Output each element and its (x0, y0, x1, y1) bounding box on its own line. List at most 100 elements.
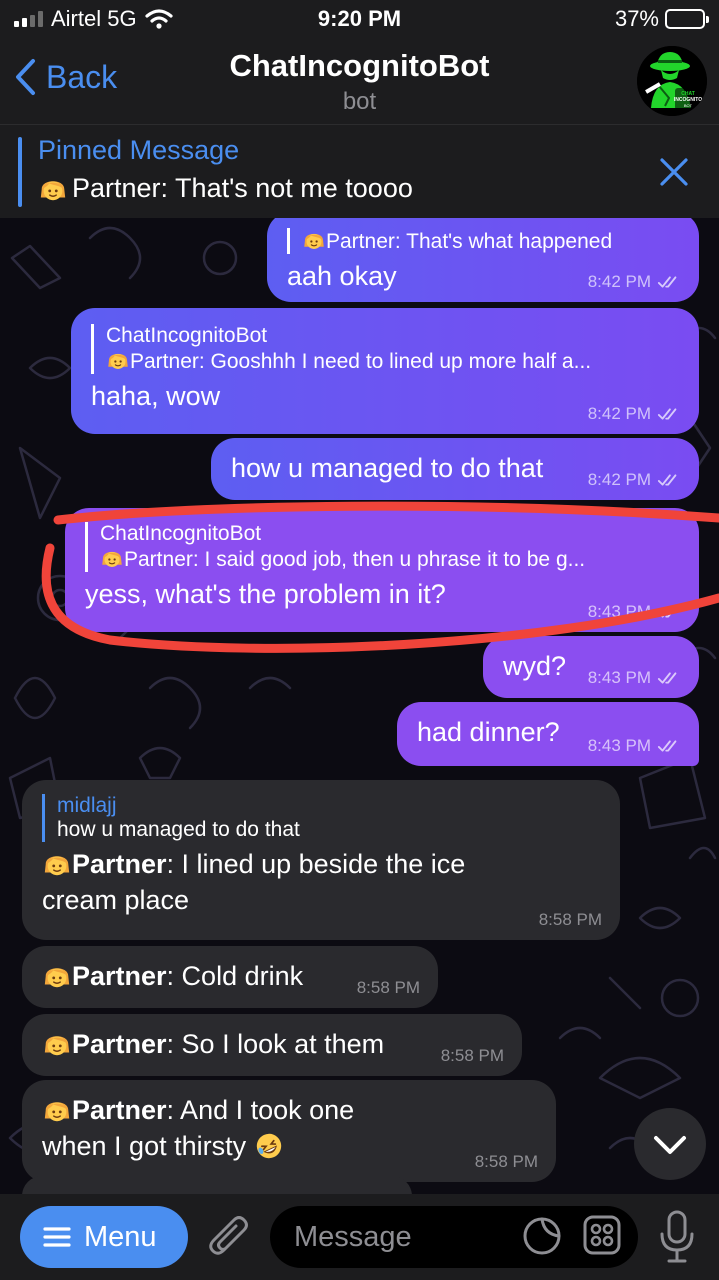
back-label: Back (46, 58, 118, 95)
clock: 9:20 PM (317, 6, 402, 31)
reply-quote-text: Partner: Gooshhh I need to lined up more… (106, 348, 679, 374)
reply-quote-name: midlajj (57, 794, 117, 817)
chevron-down-icon (654, 1136, 686, 1154)
command-icon[interactable] (582, 1212, 622, 1258)
menu-icon (43, 1227, 71, 1247)
message-time: 8:42 PM (587, 470, 651, 489)
message-meta: 8:58 PM (539, 910, 602, 930)
face-emoji (302, 228, 326, 252)
read-checks-icon (657, 670, 681, 686)
reply-quote[interactable]: Partner: That's what happened (287, 228, 679, 254)
composer-bar: Menu (0, 1194, 719, 1280)
reply-quote-content: Partner: That's what happened (326, 230, 613, 253)
scroll-to-bottom-button[interactable] (634, 1108, 706, 1180)
bot-avatar[interactable]: CHAT INCOGNITO BOT (637, 46, 707, 116)
message-meta: 8:58 PM (441, 1046, 504, 1066)
outgoing-message[interactable]: had dinner? 8:43 PM (397, 702, 699, 766)
incoming-message[interactable]: Partner: And I took one when I got thirs… (22, 1080, 556, 1182)
laughing-emoji (256, 1133, 281, 1159)
sender-name: Partner (72, 849, 167, 879)
reply-quote-text: how u managed to do that (57, 818, 300, 841)
read-checks-icon (657, 274, 681, 290)
message-time: 8:58 PM (474, 1152, 538, 1171)
message-meta: 8:43 PM (588, 602, 681, 622)
read-checks-icon (657, 406, 681, 422)
reply-quote-content: Partner: Gooshhh I need to lined up more… (130, 350, 592, 373)
read-checks-icon (657, 472, 681, 488)
outgoing-message[interactable]: wyd? 8:43 PM (483, 636, 699, 698)
close-icon[interactable] (657, 155, 691, 189)
message-meta: 8:42 PM (588, 470, 681, 490)
pinned-accent-bar (18, 137, 22, 207)
face-emoji (42, 1029, 72, 1059)
outgoing-message[interactable]: ChatIncognitoBot Partner: I said good jo… (65, 508, 699, 632)
sender-name: Partner (72, 1029, 167, 1059)
reply-quote-name: ChatIncognitoBot (100, 522, 262, 545)
menu-label: Menu (84, 1220, 157, 1253)
message-text-row: Partner: I lined up beside the ice cream… (42, 846, 600, 918)
paperclip-icon[interactable] (206, 1212, 252, 1262)
message-meta: 8:58 PM (357, 978, 420, 998)
face-emoji (100, 546, 124, 570)
face-emoji (38, 174, 68, 204)
message-meta: 8:58 PM (475, 1152, 538, 1172)
message-time: 8:42 PM (587, 272, 651, 291)
sticker-icon[interactable] (520, 1214, 564, 1258)
back-button[interactable]: Back (14, 58, 117, 96)
sender-name: Partner (72, 1095, 167, 1125)
reply-quote[interactable]: midlajj how u managed to do that (42, 794, 600, 842)
message-time: 8:43 PM (587, 668, 651, 687)
read-checks-icon (657, 738, 681, 754)
message-list[interactable]: Partner: That's what happened aah okay 8… (0, 218, 719, 1194)
reply-quote-content: Partner: I said good job, then u phrase … (124, 548, 586, 571)
chat-title-area[interactable]: ChatIncognitoBot bot (180, 48, 539, 116)
reply-quote-text: Partner: That's what happened (302, 228, 679, 254)
incoming-message[interactable]: Partner: So I look at them 8:58 PM (22, 1014, 522, 1076)
message-text: : Cold drink (166, 961, 304, 991)
spy-logo-icon: CHAT INCOGNITO BOT (637, 46, 707, 116)
status-bar: Airtel 5G 9:20 PM 37% (0, 0, 719, 40)
message-meta: 8:43 PM (588, 668, 681, 688)
pinned-message-banner[interactable]: Pinned Message Partner: That's not me to… (0, 124, 719, 218)
message-meta: 8:43 PM (588, 736, 681, 756)
chevron-left-icon (16, 59, 35, 95)
message-time: 8:58 PM (538, 910, 602, 929)
pinned-text-row: Partner: That's not me toooo (38, 173, 413, 204)
message-text-row: Partner: So I look at them (42, 1026, 502, 1062)
outgoing-message[interactable]: Partner: That's what happened aah okay 8… (267, 218, 699, 302)
incoming-message[interactable]: Partner: Cold drink 8:58 PM (22, 946, 438, 1008)
reply-quote-name: ChatIncognitoBot (106, 324, 268, 347)
face-emoji (42, 849, 72, 879)
message-time: 8:58 PM (440, 1046, 504, 1065)
pinned-title: Pinned Message (38, 135, 240, 165)
battery-icon (665, 9, 709, 29)
incoming-message[interactable]: midlajj how u managed to do that Partner… (22, 780, 620, 940)
message-meta: 8:42 PM (588, 404, 681, 424)
reply-quote[interactable]: ChatIncognitoBot Partner: Gooshhh I need… (91, 324, 679, 374)
message-time: 8:43 PM (587, 736, 651, 755)
reply-quote-text: Partner: I said good job, then u phrase … (100, 546, 679, 572)
sender-name: Partner (72, 961, 167, 991)
outgoing-message[interactable]: how u managed to do that 8:42 PM (211, 438, 699, 500)
message-time: 8:58 PM (356, 978, 420, 997)
read-checks-icon (657, 604, 681, 620)
face-emoji (42, 961, 72, 991)
face-emoji (42, 1095, 72, 1125)
svg-text:BOT: BOT (684, 103, 693, 108)
chat-title: ChatIncognitoBot (229, 48, 490, 83)
face-emoji (106, 348, 130, 372)
message-text: : So I look at them (166, 1029, 385, 1059)
reply-quote[interactable]: ChatIncognitoBot Partner: I said good jo… (85, 522, 679, 572)
outgoing-message[interactable]: ChatIncognitoBot Partner: Gooshhh I need… (71, 308, 699, 434)
message-text-row: Partner: And I took one when I got thirs… (42, 1092, 536, 1164)
chat-header: Back ChatIncognitoBot bot CHAT INCOGNITO… (0, 40, 719, 124)
message-meta: 8:42 PM (588, 272, 681, 292)
pinned-text: Partner: That's not me toooo (72, 173, 413, 203)
bot-menu-button[interactable]: Menu (20, 1206, 188, 1268)
chat-subtitle: bot (342, 88, 377, 115)
message-time: 8:43 PM (587, 602, 651, 621)
battery-percent: 37% (614, 6, 659, 31)
mic-icon[interactable] (656, 1208, 698, 1266)
incoming-message-partial[interactable] (22, 1176, 412, 1194)
message-time: 8:42 PM (587, 404, 651, 423)
